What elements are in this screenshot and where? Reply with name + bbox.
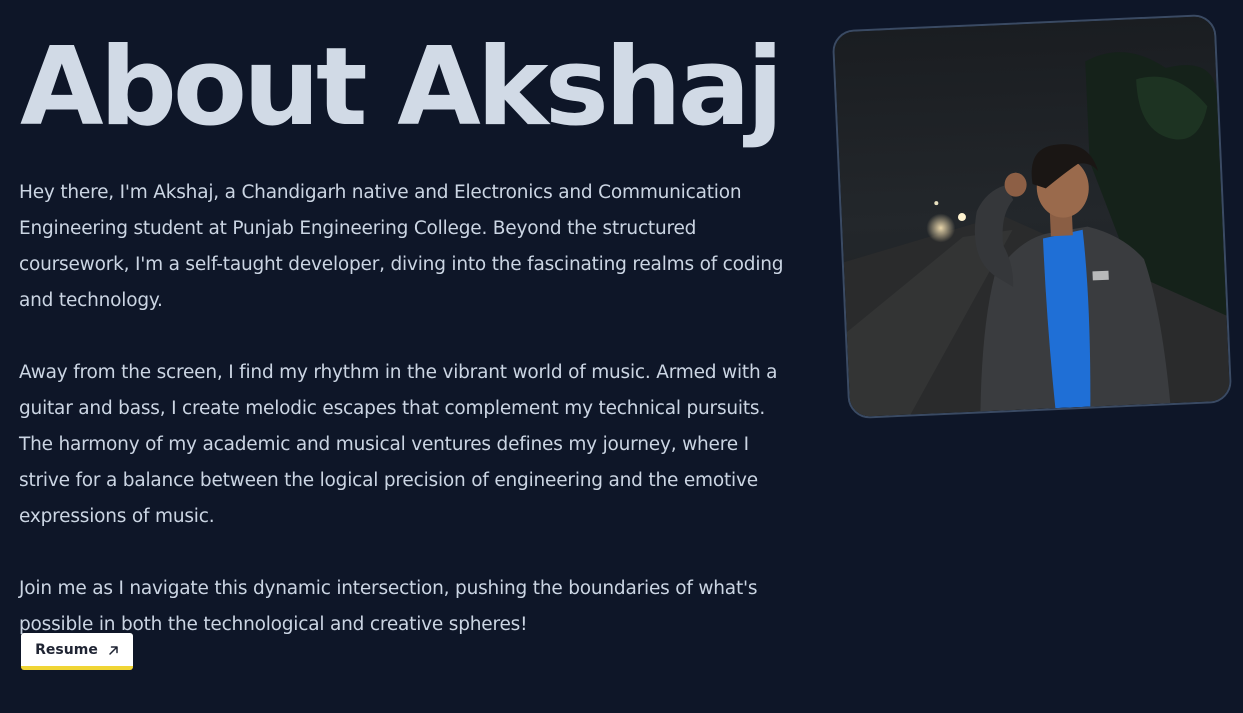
- bio-paragraph-intro: Hey there, I'm Akshaj, a Chandigarh nati…: [19, 182, 784, 311]
- arrow-up-right-icon: [108, 644, 119, 655]
- resume-button[interactable]: Resume: [21, 633, 133, 670]
- bio-paragraph-music: Away from the screen, I find my rhythm i…: [19, 362, 778, 527]
- profile-photo: [831, 13, 1233, 420]
- resume-button-label: Resume: [35, 641, 98, 658]
- page-title: About Akshaj: [20, 25, 784, 150]
- bio-paragraph-closing: Join me as I navigate this dynamic inter…: [19, 578, 758, 635]
- bio-section: Hey there, I'm Akshaj, a Chandigarh nati…: [19, 175, 789, 679]
- profile-photo-image: [833, 15, 1231, 418]
